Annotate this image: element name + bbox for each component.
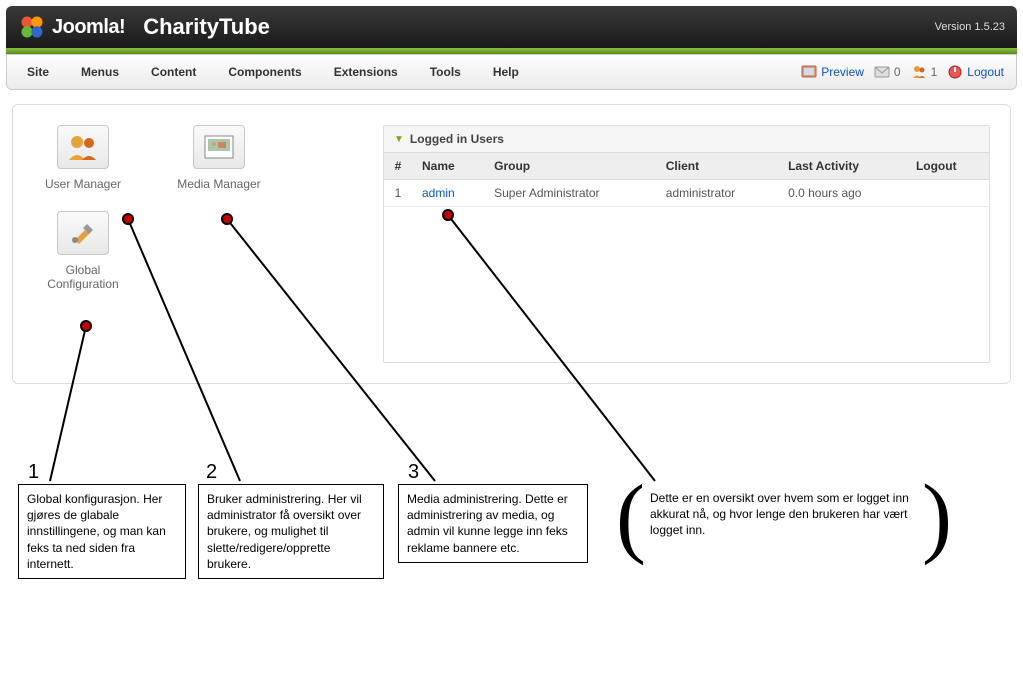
preview-icon xyxy=(801,64,817,80)
menu-menus[interactable]: Menus xyxy=(65,55,135,89)
table-row: 1 admin Super Administrator administrato… xyxy=(384,180,989,207)
preview-label: Preview xyxy=(821,65,864,79)
menu-site[interactable]: Site xyxy=(11,55,65,89)
logout-link[interactable]: Logout xyxy=(947,64,1004,80)
messages-count[interactable]: 0 xyxy=(874,64,901,80)
panel-title: Logged in Users xyxy=(410,132,504,146)
mail-icon xyxy=(874,64,890,80)
menu-content[interactable]: Content xyxy=(135,55,212,89)
cell-num: 1 xyxy=(384,180,412,207)
annotation-number-1: 1 xyxy=(28,461,39,484)
users-count[interactable]: 1 xyxy=(911,64,938,80)
users-icon xyxy=(911,64,927,80)
logo-text: Joomla! xyxy=(52,16,125,39)
preview-link[interactable]: Preview xyxy=(801,64,864,80)
annotation-number-2: 2 xyxy=(206,461,217,484)
col-name: Name xyxy=(412,153,484,180)
logout-label: Logout xyxy=(967,65,1004,79)
user-manager-label: User Manager xyxy=(45,177,121,191)
menu-components[interactable]: Components xyxy=(212,55,317,89)
panel-header[interactable]: ▼ Logged in Users xyxy=(384,126,989,153)
logged-in-users-panel: ▼ Logged in Users # Name Group Client La… xyxy=(383,125,990,363)
menu-tools[interactable]: Tools xyxy=(414,55,477,89)
content-frame: User Manager Media Manager Global Config… xyxy=(12,104,1011,384)
annotation-box-1: Global konfigurasjon. Her gjøres de glab… xyxy=(18,484,186,579)
col-last: Last Activity xyxy=(778,153,906,180)
bracket-left: ( xyxy=(616,472,646,562)
table-header-row: # Name Group Client Last Activity Logout xyxy=(384,153,989,180)
annotation-number-3: 3 xyxy=(408,461,419,484)
cell-last: 0.0 hours ago xyxy=(778,180,906,207)
joomla-logo-icon xyxy=(18,13,46,41)
media-icon xyxy=(201,132,237,162)
cell-group: Super Administrator xyxy=(484,180,656,207)
user-manager-icon-box xyxy=(57,125,109,169)
logout-icon xyxy=(947,64,963,80)
users-table: # Name Group Client Last Activity Logout… xyxy=(384,153,989,207)
menubar: Site Menus Content Components Extensions… xyxy=(6,54,1017,90)
menu-help[interactable]: Help xyxy=(477,55,535,89)
header: Joomla! CharityTube Version 1.5.23 xyxy=(6,6,1017,48)
site-name: CharityTube xyxy=(143,14,270,40)
col-client: Client xyxy=(656,153,778,180)
cell-client: administrator xyxy=(656,180,778,207)
cell-name[interactable]: admin xyxy=(412,180,484,207)
cell-logout[interactable] xyxy=(906,180,989,207)
collapse-arrow-icon: ▼ xyxy=(394,134,404,145)
media-manager-label: Media Manager xyxy=(177,177,260,191)
logo: Joomla! xyxy=(18,13,125,41)
col-num: # xyxy=(384,153,412,180)
col-logout: Logout xyxy=(906,153,989,180)
users-icon xyxy=(65,132,101,162)
messages-value: 0 xyxy=(894,65,901,79)
quick-icons: User Manager Media Manager Global Config… xyxy=(33,125,363,363)
col-group: Group xyxy=(484,153,656,180)
media-manager-icon-box xyxy=(193,125,245,169)
menu-extensions[interactable]: Extensions xyxy=(318,55,414,89)
media-manager-tile[interactable]: Media Manager xyxy=(169,125,269,191)
bracket-right: ) xyxy=(922,472,952,562)
version-text: Version 1.5.23 xyxy=(935,21,1005,33)
users-value: 1 xyxy=(931,65,938,79)
main-menu: Site Menus Content Components Extensions… xyxy=(11,55,535,89)
status-area: Preview 0 1 Logout xyxy=(801,64,1012,80)
annotation-box-4: Dette er en oversikt over hvem som er lo… xyxy=(642,484,924,545)
annotation-box-2: Bruker administrering. Her vil administr… xyxy=(198,484,384,579)
global-config-label: Global Configuration xyxy=(33,263,133,291)
global-config-tile[interactable]: Global Configuration xyxy=(33,211,133,291)
global-config-icon-box xyxy=(57,211,109,255)
annotation-box-3: Media administrering. Dette er administr… xyxy=(398,484,588,563)
tools-icon xyxy=(65,218,101,248)
user-manager-tile[interactable]: User Manager xyxy=(33,125,133,191)
